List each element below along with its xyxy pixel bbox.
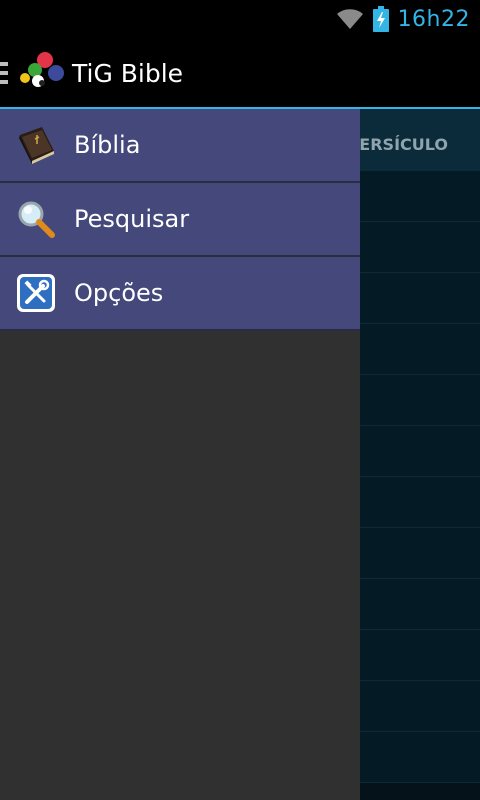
action-bar: TiG Bible: [0, 38, 480, 108]
app-title: TiG Bible: [72, 58, 184, 88]
tab-verse[interactable]: VERSÍCULO: [347, 135, 448, 154]
drawer-item-search[interactable]: Pesquisar: [0, 183, 360, 257]
drawer-item-label: Opções: [74, 279, 164, 307]
status-bar: 16h22: [0, 0, 480, 38]
drawer-toggle-icon[interactable]: [0, 62, 12, 84]
bible-icon: [19, 127, 54, 164]
magnifier-icon: [18, 201, 55, 238]
battery-charging-icon: [372, 6, 389, 32]
app-logo-icon[interactable]: [18, 51, 70, 95]
navigation-drawer: Bíblia Pesquisar Opções: [0, 109, 360, 800]
tools-icon: [17, 274, 55, 312]
drawer-item-bible[interactable]: Bíblia: [0, 109, 360, 183]
drawer-item-label: Pesquisar: [74, 205, 190, 233]
wifi-icon: [336, 9, 363, 29]
drawer-item-label: Bíblia: [74, 131, 141, 159]
drawer-item-options[interactable]: Opções: [0, 257, 360, 331]
status-clock: 16h22: [397, 6, 470, 32]
